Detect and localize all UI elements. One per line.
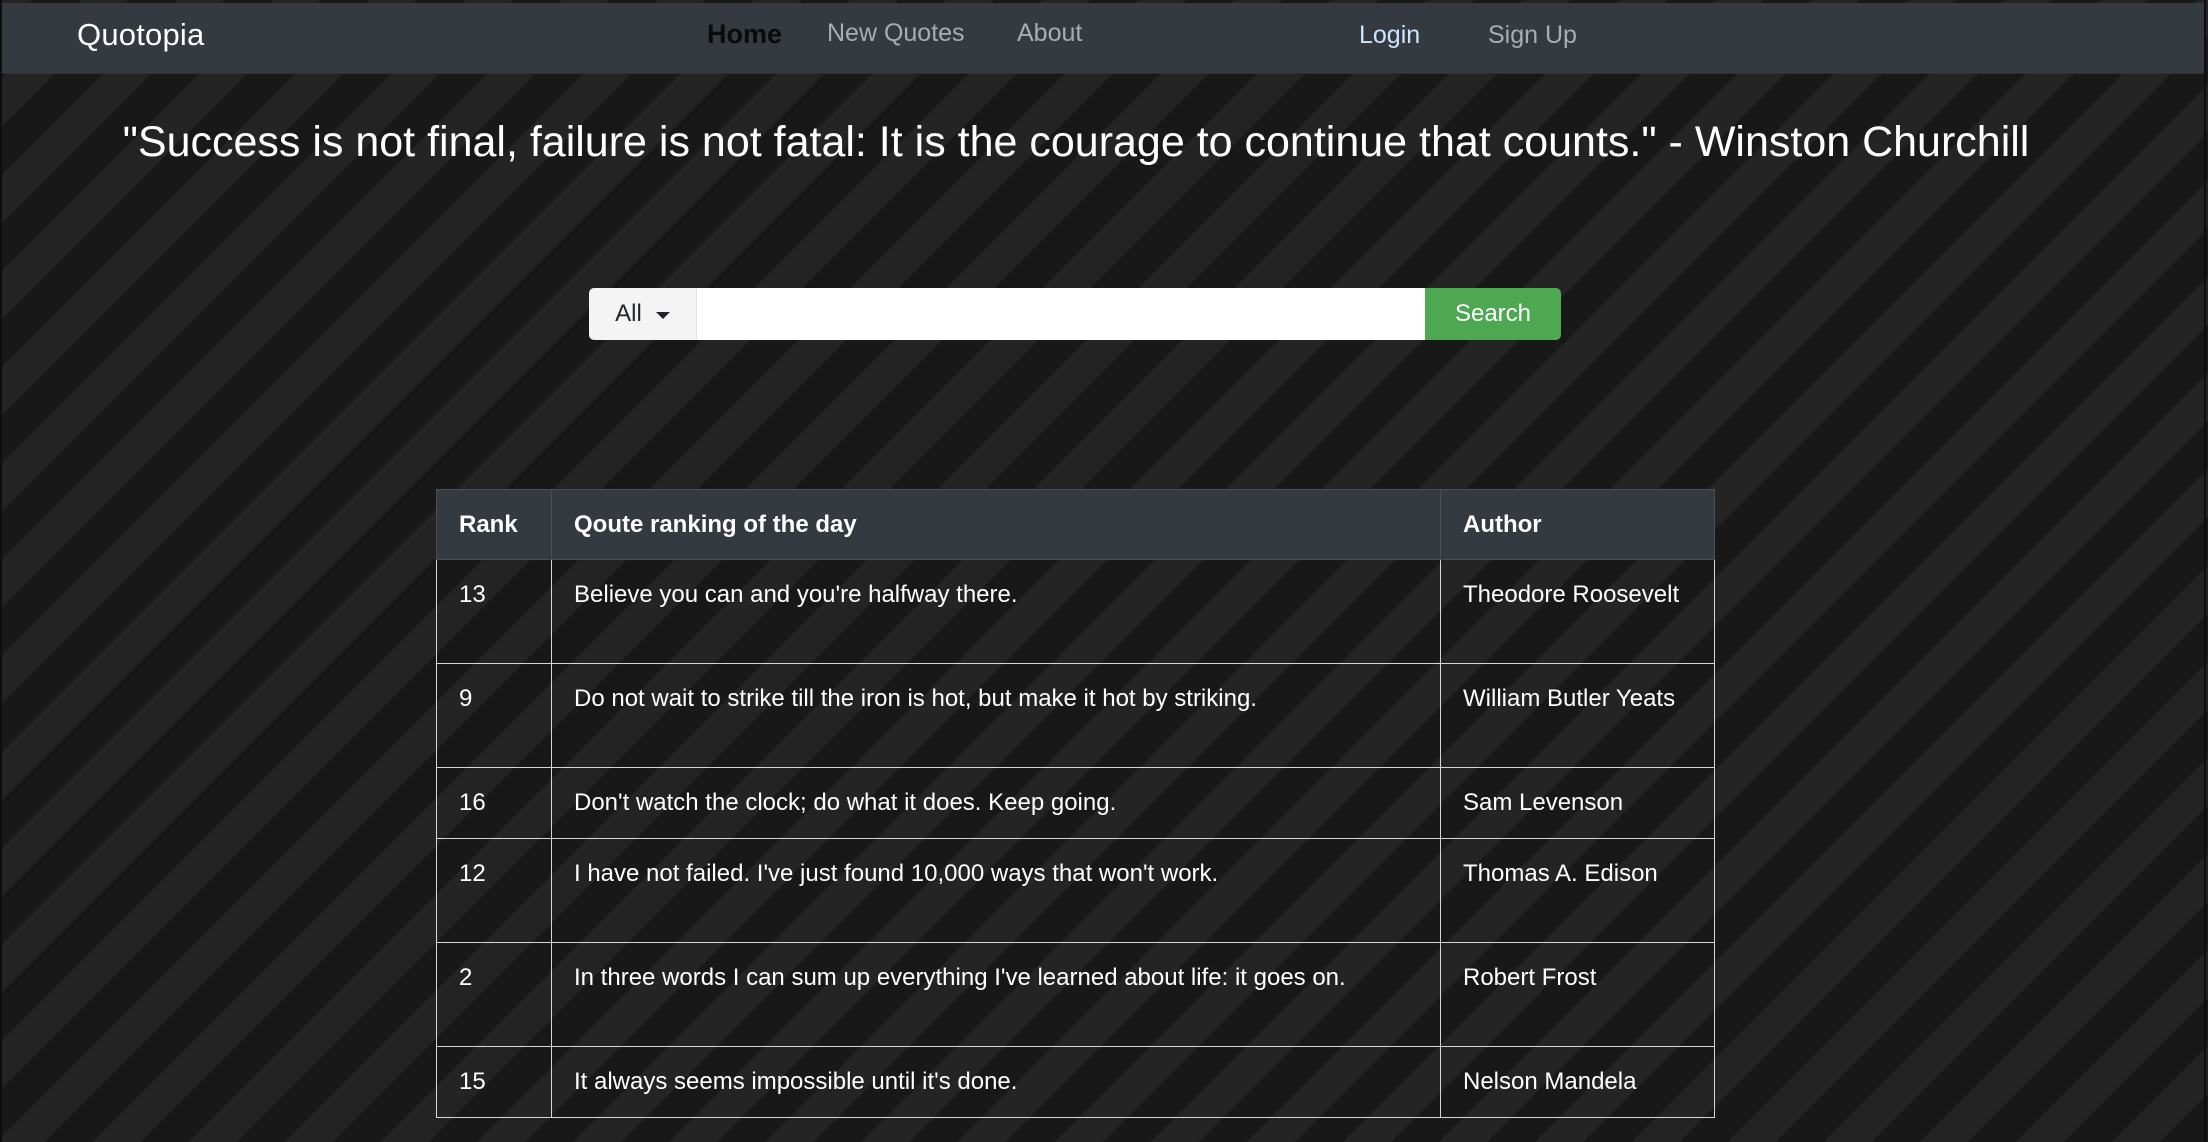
- search-input[interactable]: [697, 288, 1425, 340]
- rank-cell: 16: [436, 767, 552, 839]
- nav-link-new-quotes[interactable]: New Quotes: [827, 19, 965, 48]
- table-row: 16 Don't watch the clock; do what it doe…: [436, 767, 1715, 839]
- author-cell: Theodore Roosevelt: [1440, 559, 1715, 664]
- quote-cell: Do not wait to strike till the iron is h…: [551, 663, 1441, 768]
- filter-dropdown[interactable]: All: [589, 288, 697, 340]
- quote-cell: I have not failed. I've just found 10,00…: [551, 838, 1441, 943]
- table-row: 2 In three words I can sum up everything…: [436, 942, 1715, 1047]
- author-cell: Nelson Mandela: [1440, 1046, 1715, 1118]
- filter-dropdown-label: All: [615, 300, 642, 327]
- author-cell: Thomas A. Edison: [1440, 838, 1715, 943]
- quote-of-the-day: "Success is not final, failure is not fa…: [122, 118, 2030, 166]
- quote-cell: Believe you can and you're halfway there…: [551, 559, 1441, 664]
- quote-ranking-table: Rank Qoute ranking of the day Author 13 …: [436, 489, 1715, 1118]
- table-row: 15 It always seems impossible until it's…: [436, 1046, 1715, 1118]
- rank-cell: 13: [436, 559, 552, 664]
- author-cell: Sam Levenson: [1440, 767, 1715, 839]
- column-header-rank: Rank: [436, 489, 552, 560]
- navbar: Quotopia Home New Quotes About Login Sig…: [2, 3, 2204, 74]
- quote-cell: It always seems impossible until it's do…: [551, 1046, 1441, 1118]
- column-header-quote: Qoute ranking of the day: [551, 489, 1441, 560]
- column-header-author: Author: [1440, 489, 1715, 560]
- caret-down-icon: [655, 311, 670, 319]
- signup-link[interactable]: Sign Up: [1488, 21, 1577, 50]
- nav-link-home[interactable]: Home: [707, 19, 782, 50]
- author-cell: William Butler Yeats: [1440, 663, 1715, 768]
- quote-cell: Don't watch the clock; do what it does. …: [551, 767, 1441, 839]
- nav-link-about[interactable]: About: [1017, 19, 1082, 48]
- rank-cell: 2: [436, 942, 552, 1047]
- search-button[interactable]: Search: [1425, 288, 1561, 340]
- rank-cell: 12: [436, 838, 552, 943]
- table-row: 12 I have not failed. I've just found 10…: [436, 838, 1715, 943]
- brand-logo[interactable]: Quotopia: [77, 17, 204, 53]
- table-row: 9 Do not wait to strike till the iron is…: [436, 663, 1715, 768]
- quote-cell: In three words I can sum up everything I…: [551, 942, 1441, 1047]
- rank-cell: 15: [436, 1046, 552, 1118]
- search-bar: All Search: [589, 288, 1561, 340]
- table-row: 13 Believe you can and you're halfway th…: [436, 559, 1715, 664]
- login-link[interactable]: Login: [1359, 21, 1420, 50]
- rank-cell: 9: [436, 663, 552, 768]
- table-header-row: Rank Qoute ranking of the day Author: [436, 489, 1715, 560]
- author-cell: Robert Frost: [1440, 942, 1715, 1047]
